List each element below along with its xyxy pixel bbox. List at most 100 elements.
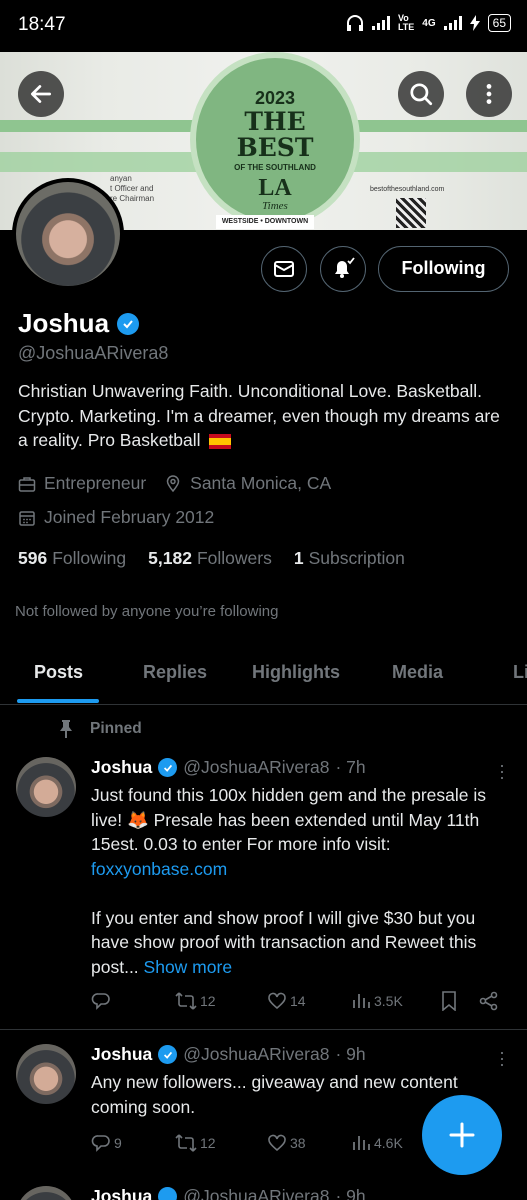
verified-badge-icon	[158, 758, 178, 777]
tab-highlights[interactable]: Highlights	[252, 662, 340, 683]
tab-replies[interactable]: Replies	[143, 662, 207, 683]
headphones-icon	[346, 15, 363, 31]
post-author-name[interactable]: Joshua	[91, 1186, 152, 1200]
seal-location: WESTSIDE • DOWNTOWN	[216, 215, 314, 229]
profile-profession: Entrepreneur	[44, 473, 147, 493]
active-tab-indicator	[17, 699, 99, 703]
post-time: · 9h	[335, 1186, 366, 1200]
tab-posts[interactable]: Posts	[34, 662, 83, 683]
qr-code	[396, 198, 426, 228]
reply-button[interactable]: 9	[91, 1133, 122, 1153]
search-icon	[410, 83, 433, 106]
views-button[interactable]: 4.6K	[351, 1133, 403, 1153]
profile-name-row: Joshua	[18, 308, 140, 339]
post-more-icon[interactable]: · · ·	[499, 1043, 505, 1073]
repost-button[interactable]: 12	[175, 1133, 216, 1153]
location-pin-icon	[166, 474, 180, 492]
back-button[interactable]	[18, 71, 64, 117]
verified-badge-icon	[117, 312, 140, 335]
views-button[interactable]: 3.5K	[351, 991, 403, 1011]
post-avatar[interactable]	[16, 1044, 76, 1104]
profile-handle: @JoshuaARivera8	[18, 343, 169, 363]
verified-badge-icon	[158, 1187, 178, 1200]
repost-button[interactable]: 12	[175, 991, 216, 1011]
following-count-link[interactable]: 596 Following	[18, 548, 126, 569]
reply-icon	[91, 993, 110, 1010]
post-link[interactable]: foxxyonbase.com	[91, 857, 511, 882]
reply-icon	[91, 1135, 110, 1152]
show-more-link[interactable]: Show more	[144, 957, 233, 977]
award-seal: 2023 THE BEST OF THE SOUTHLAND LA Times	[190, 52, 360, 227]
briefcase-icon	[18, 476, 36, 492]
network-gen: 4G	[422, 17, 436, 29]
share-icon	[479, 991, 498, 1011]
bookmark-icon	[442, 991, 456, 1011]
followers-count-link[interactable]: 5,182 Followers	[148, 548, 272, 569]
post-author-name[interactable]: Joshua	[91, 1044, 152, 1065]
search-button[interactable]	[398, 71, 444, 117]
avatar-image	[16, 182, 120, 286]
post-author-handle[interactable]: @JoshuaARivera8	[183, 757, 329, 778]
repost-icon	[175, 992, 197, 1010]
profile-location: Santa Monica, CA	[190, 473, 332, 493]
plus-icon	[449, 1122, 475, 1148]
tab-likes[interactable]: Li	[513, 662, 527, 683]
seal-brand: LA	[258, 175, 292, 201]
views-icon	[353, 1136, 370, 1150]
seal-brand-2: Times	[262, 200, 288, 212]
verified-badge-icon	[158, 1045, 178, 1064]
heart-icon	[268, 992, 286, 1010]
banner-signature: anyan t Officer and re Chairman	[110, 174, 155, 203]
post-author-handle[interactable]: @JoshuaARivera8	[183, 1044, 329, 1065]
seal-subhead: OF THE SOUTHLAND	[234, 163, 316, 172]
signal-icon	[371, 16, 390, 30]
following-button[interactable]: Following	[378, 246, 509, 292]
profile-counts: 596 Following 5,182 Followers 1 Subscriptio…	[18, 548, 405, 569]
message-button[interactable]	[261, 246, 307, 292]
reply-button[interactable]	[91, 991, 111, 1011]
views-icon	[353, 994, 370, 1008]
post-avatar[interactable]	[16, 757, 76, 817]
post-actions: 12 14 3.5K	[91, 991, 506, 1015]
share-button[interactable]	[479, 991, 499, 1011]
post-divider	[0, 1029, 527, 1030]
status-bar: 18:47 Vo LTE 4G 65	[0, 0, 527, 52]
pin-icon	[60, 720, 72, 738]
envelope-icon	[274, 261, 294, 277]
post-avatar[interactable]	[16, 1186, 76, 1200]
like-button[interactable]: 38	[267, 1133, 306, 1153]
profile-tabs: Posts Replies Highlights Media Li	[0, 648, 527, 705]
status-time: 18:47	[18, 14, 66, 35]
seal-headline: THE BEST	[236, 107, 314, 162]
post-item-partial[interactable]: Joshua @JoshuaARivera8 · 9h	[0, 1180, 527, 1200]
volte-label: Vo LTE	[397, 13, 415, 32]
like-button[interactable]: 14	[267, 991, 306, 1011]
notifications-button[interactable]	[320, 246, 366, 292]
post-header: Joshua @JoshuaARivera8 · 9h	[91, 1044, 366, 1065]
post-time: · 9h	[335, 1044, 366, 1064]
charging-icon	[469, 15, 480, 31]
profile-name: Joshua	[18, 308, 110, 338]
bookmark-button[interactable]	[440, 991, 458, 1011]
repost-icon	[175, 1134, 197, 1152]
post-author-name[interactable]: Joshua	[91, 757, 152, 778]
post-header: Joshua @JoshuaARivera8 · 7h	[91, 757, 366, 778]
post-more-icon[interactable]: · · ·	[499, 756, 505, 786]
banner-site: bestofthesouthland.com	[370, 186, 445, 193]
not-followed-note: Not followed by anyone you’re following	[15, 603, 279, 620]
arrow-left-icon	[30, 85, 52, 103]
profile-joined-row: Joined February 2012	[18, 507, 214, 528]
tab-media[interactable]: Media	[392, 662, 443, 683]
heart-icon	[268, 1134, 286, 1152]
compose-button[interactable]	[422, 1095, 502, 1175]
profile-meta: Entrepreneur Santa Monica, CA	[18, 473, 331, 494]
pinned-label: Pinned	[58, 719, 142, 739]
profile-joined: Joined February 2012	[44, 507, 215, 527]
profile-avatar[interactable]	[12, 178, 124, 290]
status-icons: Vo LTE 4G 65	[346, 14, 511, 32]
post-text: Just found this 100x hidden gem and the …	[91, 783, 511, 979]
more-button[interactable]	[466, 71, 512, 117]
subscription-count-link[interactable]: 1 Subscription	[294, 548, 405, 569]
post-author-handle[interactable]: @JoshuaARivera8	[183, 1186, 329, 1200]
profile-bio: Christian Unwavering Faith. Unconditiona…	[18, 381, 500, 450]
